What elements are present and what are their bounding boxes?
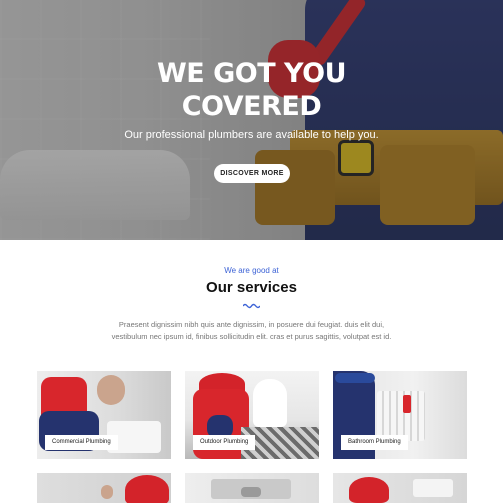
service-card[interactable] [37,473,171,503]
services-description: Praesent dignissim nibh quis ante dignis… [111,320,392,341]
services-title: Our services [206,279,297,296]
discover-more-button[interactable]: DISCOVER MORE [214,164,290,183]
service-image [333,473,467,503]
service-image [37,473,171,503]
service-card-outdoor-plumbing[interactable]: Outdoor Plumbing [185,371,319,459]
service-card-label: Bathroom Plumbing [341,435,408,450]
service-card-label: Commercial Plumbing [45,435,118,450]
wave-divider-icon [243,303,260,309]
service-image [185,473,319,503]
hero-subtitle: Our professional plumbers are available … [124,129,379,141]
service-card-bathroom-plumbing[interactable]: Bathroom Plumbing [333,371,467,459]
service-card-commercial-plumbing[interactable]: Commercial Plumbing [37,371,171,459]
hero-title-text: WE GOT YOU COVERED [156,58,347,122]
services-pretitle: We are good at [224,266,279,275]
service-card-label: Outdoor Plumbing [193,435,256,450]
hero-title: WE GOT YOU COVERED [0,57,503,123]
service-card[interactable] [185,473,319,503]
service-card[interactable] [333,473,467,503]
